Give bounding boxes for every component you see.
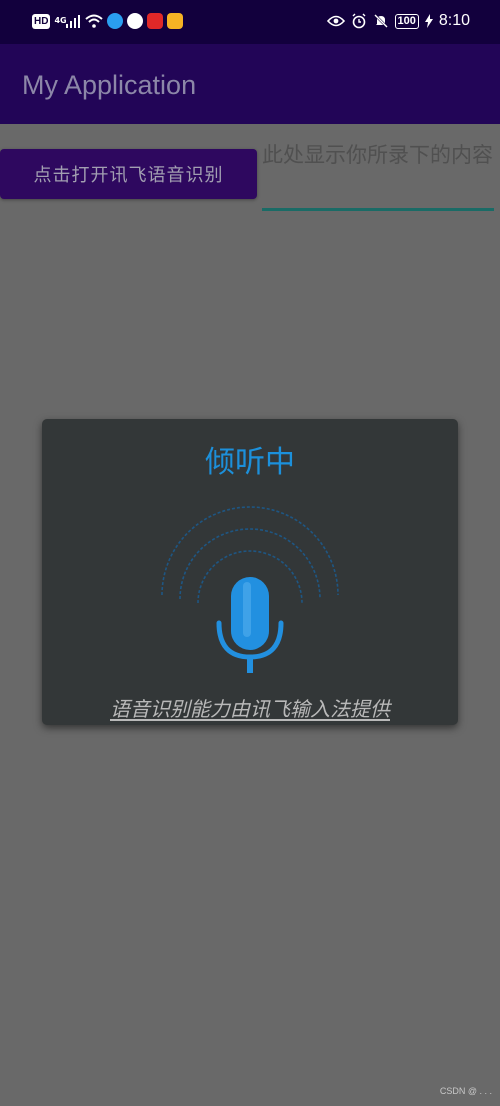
wifi-icon [84,12,103,30]
microphone-app-icon [146,13,163,29]
eye-icon [326,12,345,30]
notifications-muted-icon [373,12,389,30]
app-notification-icon-4 [166,13,183,29]
provider-link[interactable]: 语音识别能力由讯飞输入法提供 [42,693,458,722]
charging-icon [424,12,433,30]
app-bar: My Application [0,44,500,124]
status-time: 8:10 [438,12,470,29]
provider-text[interactable]: 语音识别能力由讯飞输入法提供 [110,697,390,721]
microphone-icon [145,487,355,677]
recognition-result-text: 此处显示你所录下的内容 [262,143,493,167]
alarm-icon [351,12,367,30]
status-left: HD 4G [32,12,183,30]
app-notification-icon-2 [126,13,143,29]
signal-icon: 4G [54,12,80,30]
battery-indicator: 100 [394,13,419,29]
open-voice-recognition-button[interactable]: 点击打开讯飞语音识别 [0,149,257,199]
status-bar: HD 4G 100 8:10 [0,0,500,44]
listening-dialog: 倾听中 语音识别能力由讯飞输入法提供 [42,419,458,725]
app-title: My Application [22,70,197,100]
recognition-result-field[interactable]: 此处显示你所录下的内容 [262,140,494,211]
hd-badge: HD [32,13,51,29]
watermark: CSDN @ . . . [439,1086,492,1096]
app-notification-icon-1 [106,13,123,29]
dialog-title: 倾听中 [205,445,295,480]
status-right: 100 8:10 [326,12,470,30]
